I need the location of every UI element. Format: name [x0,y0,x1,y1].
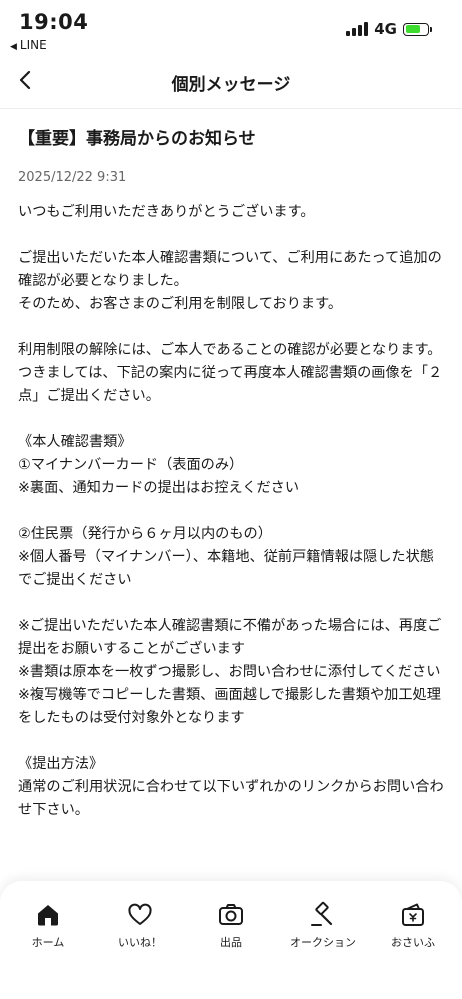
message-content: 【重要】事務局からのお知らせ 2025/12/22 9:31 いつもご利用いただ… [18,108,444,822]
paragraph: いつもご利用いただきありがとうございます。 [18,201,444,224]
text-line: ※裏面、通知カードの提出はお控えください [18,479,300,496]
battery-icon [403,22,429,36]
text-line: ※複写機等でコピーした書類、画面越しで撮影した書類や加工処理をしたものは受付対象… [18,686,441,726]
text-line: そのため、お客さまのご利用を制限しております。 [18,295,343,312]
text-line: 《本人確認書類》 [18,433,132,450]
text-line: ①マイナンバーカード（表面のみ） [18,456,244,473]
text-line: 利用制限の解除には、ご本人であることの確認が必要となります。 [18,341,442,358]
back-app-label: LINE [19,38,47,52]
tab-label: 出品 [220,936,242,949]
network-type: 4G [374,20,397,38]
text-line: ※書類は原本を一枚ずつ撮影し、お問い合わせに添付してください [18,663,441,680]
tab-home[interactable]: ホーム [8,901,88,950]
wallet-icon [402,903,424,926]
text-line: いつもご利用いただきありがとうございます。 [18,203,315,220]
status-indicators: 4G [346,20,432,38]
paragraph: ※ご提出いただいた本人確認書類に不備があった場合には、再度ご提出をお願いすること… [18,615,444,730]
nav-header: 個別メッセージ [0,56,462,109]
status-time: 19:04 [19,10,89,34]
tab-label: ホーム [31,936,65,949]
paragraph: ご提出いただいた本人確認書類について、ご利用にあたって追加の確認が必要となりまし… [18,247,444,316]
message-title: 【重要】事務局からのお知らせ [18,129,256,149]
back-to-app-link[interactable]: ◀ LINE [10,38,47,52]
tab-label: いいね！ [118,936,162,949]
back-triangle-icon: ◀ [10,42,17,52]
paragraph: 《本人確認書類》 ①マイナンバーカード（表面のみ） ※裏面、通知カードの提出はお… [18,431,444,500]
paragraph: 利用制限の解除には、ご本人であることの確認が必要となります。 つきましては、下記… [18,339,444,408]
text-line: ご提出いただいた本人確認書類について、ご利用にあたって追加の確認が必要となりまし… [18,249,442,289]
battery-tip [430,26,432,32]
tab-sell[interactable]: 出品 [191,901,271,950]
paragraph: ②住民票（発行から６ヶ月以内のもの） ※個人番号（マイナンバー）、本籍地、従前戸… [18,523,444,592]
tab-label: オークション [290,936,356,949]
bottom-tab-bar: ホーム いいね！ 出品 オークション おさいふ [0,881,462,999]
tab-wallet[interactable]: おさいふ [373,901,453,950]
tab-auction[interactable]: オークション [283,901,363,950]
text-line: ※ご提出いただいた本人確認書類に不備があった場合には、再度ご提出をお願いすること… [18,617,442,657]
text-line: ※個人番号（マイナンバー）、本籍地、従前戸籍情報は隠した状態でご提出ください [18,548,434,588]
tab-likes[interactable]: いいね！ [100,901,180,950]
tab-label: おさいふ [391,936,435,949]
page-title: 個別メッセージ [171,75,291,95]
message-date: 2025/12/22 9:31 [18,169,127,185]
text-line: ②住民票（発行から６ヶ月以内のもの） [18,525,272,542]
status-bar: 19:04 ◀ LINE 4G [0,0,462,56]
home-icon [38,905,58,926]
heart-icon [128,903,152,925]
paragraph: 《提出方法》 通常のご利用状況に合わせて以下いずれかのリンクからお問い合わせ下さ… [18,753,444,822]
text-line: 通常のご利用状況に合わせて以下いずれかのリンクからお問い合わせ下さい。 [18,778,444,818]
auction-hammer-icon [311,901,333,926]
text-line: つきましては、下記の案内に従って再度本人確認書類の画像を「２点」ご提出ください。 [18,364,443,404]
signal-icon [346,22,369,36]
message-body: いつもご利用いただきありがとうございます。 ご提出いただいた本人確認書類について… [18,201,444,822]
camera-icon [219,904,243,925]
text-line: 《提出方法》 [18,755,104,772]
